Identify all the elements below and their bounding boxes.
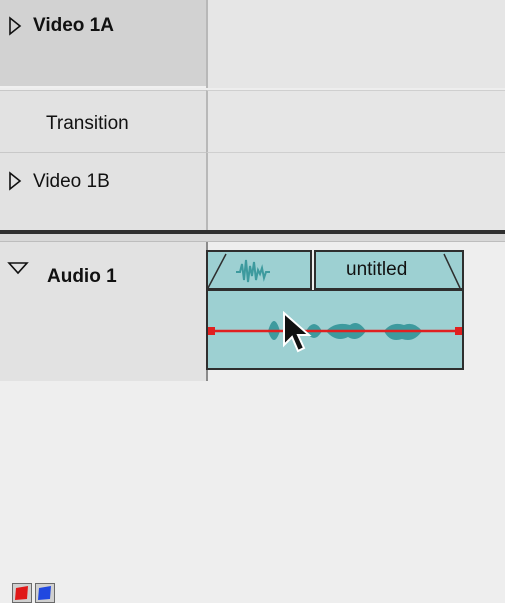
track-label-audio-1: Audio 1 xyxy=(47,266,117,287)
track-header-video-1a[interactable]: Video 1A xyxy=(0,0,206,88)
track-header-video-1b[interactable]: Video 1B xyxy=(0,152,206,230)
expand-triangle-icon[interactable] xyxy=(8,171,22,191)
volume-handle-left[interactable] xyxy=(208,327,215,335)
collapse-triangle-icon[interactable] xyxy=(7,261,29,275)
divider-gap xyxy=(0,234,505,242)
volume-handle-right[interactable] xyxy=(455,327,462,335)
track-header-audio-1[interactable]: Audio 1 xyxy=(0,242,206,603)
arrow-cursor-icon xyxy=(283,311,312,353)
expand-triangle-icon[interactable] xyxy=(8,16,22,36)
track-lane-video-1b[interactable] xyxy=(206,152,505,230)
clip-thumbnail-tab[interactable] xyxy=(206,250,312,290)
track-lane-video-1a[interactable] xyxy=(206,0,505,88)
clip-waveform-area[interactable] xyxy=(206,290,464,370)
track-lane-transition[interactable] xyxy=(206,90,505,152)
audio-red-toggle-button[interactable] xyxy=(12,583,32,603)
track-label-video-1a: Video 1A xyxy=(33,15,114,36)
audio-blue-toggle-button[interactable] xyxy=(35,583,55,603)
clip-title-tab[interactable]: untitled xyxy=(314,250,464,290)
track-label-video-1b: Video 1B xyxy=(33,171,110,192)
waveform-icon xyxy=(208,253,270,289)
track-label-transition: Transition xyxy=(46,113,129,134)
track-header-transition[interactable]: Transition xyxy=(0,90,206,152)
clip-name: untitled xyxy=(346,259,408,280)
clip-corner-icon xyxy=(443,253,461,289)
waveform-display xyxy=(208,321,462,340)
